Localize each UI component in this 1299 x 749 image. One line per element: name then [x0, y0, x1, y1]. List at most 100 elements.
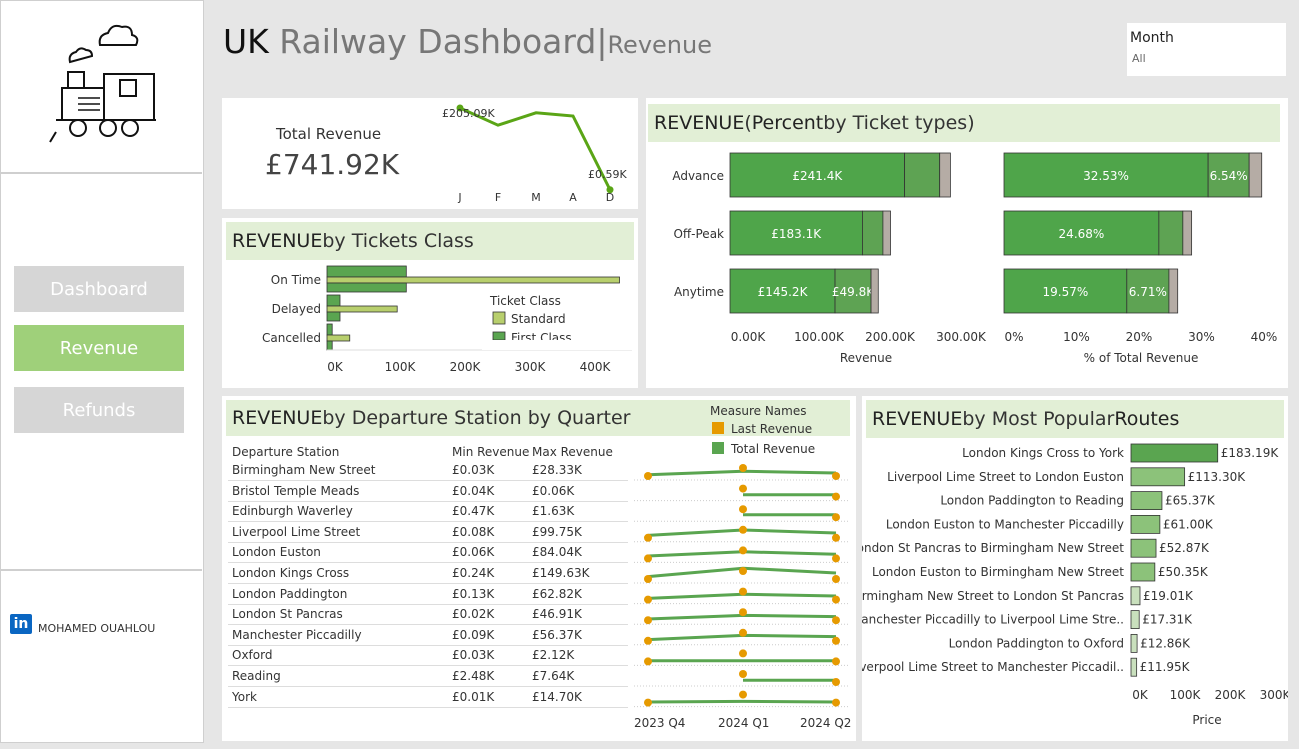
route-bar: [1130, 443, 1219, 463]
last-revenue-point: [644, 657, 652, 666]
percent-bar-label: 6.54%: [1210, 169, 1248, 183]
last-revenue-point: [739, 546, 747, 555]
max-revenue: £1.63K: [532, 504, 575, 519]
tickets-class-x-tick: 300K: [515, 360, 547, 374]
tickets-class-chart: On Time Delayed Cancelled 0K 100K 200K 300K 400…: [262, 265, 632, 374]
routes-panel: REVENUE by Most Popular Routes London Ki…: [862, 396, 1288, 741]
sidebar: Dashboard Revenue Refunds in MOHAMED OUA…: [0, 0, 204, 743]
table-row[interactable]: Manchester Piccadilly £0.09K £56.37K: [228, 625, 628, 646]
ticket-types-chart: Advance £241.4K 32.53% 6.54% Off-Peak £183.1K…: [672, 152, 1277, 365]
table-row[interactable]: London Paddington £0.13K £62.82K: [228, 584, 628, 605]
legend-swatch-standard: [492, 311, 506, 325]
station-name: Reading: [232, 669, 281, 683]
total-revenue-line: [647, 699, 837, 704]
month-filter-value[interactable]: All: [1132, 52, 1146, 65]
month-filter[interactable]: Month All: [1127, 23, 1286, 76]
ticket-type-category-label: Anytime: [674, 285, 724, 299]
station-name: London Euston: [232, 545, 321, 560]
station-name: Edinburgh Waverley: [232, 504, 353, 519]
sparkline-month-tick: F: [495, 191, 501, 204]
nav-dashboard-button[interactable]: Dashboard: [14, 266, 184, 312]
last-revenue-point: [739, 484, 747, 493]
table-row[interactable]: London St Pancras £0.02K £46.91K: [228, 604, 628, 626]
route-bar: [1130, 610, 1140, 630]
title-rest: Railway Dashboard: [268, 22, 597, 61]
percent-bar-seg3: [1248, 152, 1263, 198]
quarter-tick: 2024 Q2: [800, 716, 852, 730]
last-revenue-point: [739, 608, 747, 617]
legend-swatch-total: [712, 442, 724, 454]
sparkline-month-tick: M: [531, 191, 541, 204]
percent-bar-label: 19.57%: [1043, 285, 1089, 299]
last-revenue-point: [832, 636, 840, 645]
revenue-x-tick: 200.00K: [865, 330, 916, 344]
max-revenue: £62.82K: [532, 586, 582, 601]
bar-standard: [326, 334, 351, 342]
page-title: UK Railway Dashboard|Revenue: [223, 22, 712, 61]
quarter-tick: 2024 Q1: [718, 716, 770, 730]
bar-first-class-b: [326, 282, 407, 293]
revenue-bar-seg2: [904, 152, 941, 198]
station-name: London St Pancras: [232, 607, 343, 622]
route-value-label: £17.31K: [1142, 613, 1193, 627]
last-revenue-point: [739, 567, 747, 575]
train-logo-panel: [0, 0, 202, 174]
station-name: London Paddington: [232, 586, 348, 601]
last-revenue-point: [644, 616, 652, 625]
last-revenue-point: [832, 595, 840, 604]
table-row[interactable]: Bristol Temple Meads £0.04K £0.06K: [228, 481, 628, 502]
route-label: London Paddington to Oxford: [949, 636, 1124, 650]
table-row[interactable]: York £0.01K £14.70K: [228, 687, 628, 708]
departure-header-bold: REVENUE: [232, 407, 323, 429]
route-bar: [1130, 562, 1156, 582]
tickets-class-x-tick: 100K: [385, 360, 417, 374]
revenue-bar-label: £241.4K: [792, 169, 843, 183]
table-row[interactable]: London Kings Cross £0.24K £149.63K: [228, 563, 628, 584]
ticket-class-legend-title: Ticket Class: [489, 294, 561, 308]
percent-x-tick: 0%: [1004, 330, 1023, 344]
total-revenue-label: Total Revenue: [276, 125, 382, 143]
percent-bar-label: 32.53%: [1083, 169, 1129, 183]
last-revenue-point: [832, 657, 840, 666]
tickets-class-panel: REVENUE by Tickets Class On Time Delayed C…: [222, 218, 638, 388]
station-name: Birmingham New Street: [232, 463, 376, 477]
table-row[interactable]: Birmingham New Street £0.03K £28.33K: [228, 460, 628, 481]
percent-x-tick: 20%: [1126, 330, 1153, 344]
table-row[interactable]: Liverpool Lime Street £0.08K £99.75K: [228, 522, 628, 543]
nav-revenue-button[interactable]: Revenue: [14, 325, 184, 371]
max-revenue: £0.06K: [532, 483, 575, 498]
route-value-label: £61.00K: [1163, 517, 1214, 531]
linkedin-icon[interactable]: in: [10, 614, 32, 634]
percent-bar-seg3: [1182, 210, 1193, 256]
table-row[interactable]: Reading £2.48K £7.64K: [228, 666, 628, 687]
route-label: Liverpool Lime Street to London Euston: [887, 470, 1124, 484]
route-label: Birmingham New Street to London St Pancr…: [862, 589, 1124, 603]
table-row[interactable]: Oxford £0.03K £2.12K: [228, 645, 628, 667]
route-bar: [1130, 515, 1161, 534]
col-departure-station: Departure Station: [232, 445, 340, 459]
station-name: Liverpool Lime Street: [232, 524, 361, 539]
min-revenue: £2.48K: [452, 669, 495, 683]
last-revenue-point: [739, 628, 747, 637]
bar-first-class: [326, 323, 333, 336]
revenue-bar-label: £49.8K: [832, 285, 875, 299]
revenue-bar-seg3: [870, 268, 879, 314]
route-label: London Euston to Manchester Piccadilly: [886, 517, 1124, 531]
revenue-x-tick: 100.00K: [794, 330, 845, 344]
table-row[interactable]: London Euston £0.06K £84.04K: [228, 542, 628, 564]
table-row[interactable]: Edinburgh Waverley £0.47K £1.63K: [228, 501, 628, 523]
tickets-class-category-label: Delayed: [272, 302, 321, 316]
station-name: Bristol Temple Meads: [232, 483, 360, 498]
route-value-label: £183.19K: [1221, 446, 1280, 460]
route-value-label: £113.30K: [1188, 470, 1247, 484]
route-value-label: £50.35K: [1158, 565, 1209, 579]
bar-standard: [326, 305, 398, 313]
departure-header-rest: by Departure Station by Quarter: [322, 407, 631, 429]
max-revenue: £56.37K: [532, 627, 582, 642]
last-revenue-point: [832, 678, 840, 686]
title-bold: UK: [223, 22, 269, 61]
nav-refunds-button[interactable]: Refunds: [14, 387, 184, 433]
revenue-bar-label: £183.1K: [771, 227, 822, 241]
departure-panel: REVENUE by Departure Station by Quarter …: [222, 396, 856, 741]
sparkline-first-label: £205.09K: [442, 107, 495, 120]
